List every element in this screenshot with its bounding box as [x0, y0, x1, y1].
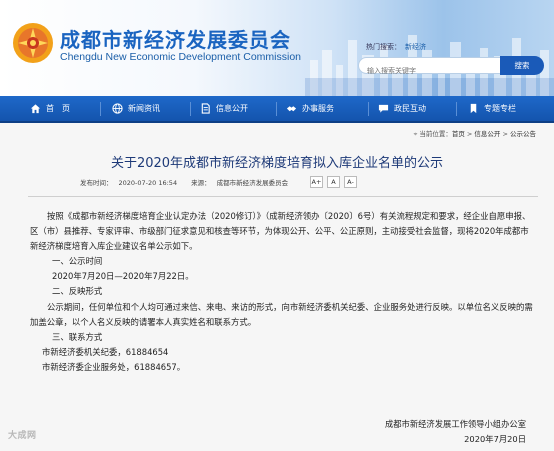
nav-item-info[interactable]: 信息公开	[200, 96, 248, 121]
hot-search-keyword[interactable]: 新经济	[405, 43, 426, 51]
chat-icon	[378, 104, 389, 113]
home-icon	[30, 104, 41, 114]
handshake-icon	[286, 106, 297, 112]
breadcrumb-bar: ⌖ 当前位置：首页 > 信息公开 > 公示公告	[0, 125, 554, 140]
nav-label-home: 首 页	[46, 104, 70, 113]
nav-item-home[interactable]: 首 页	[30, 96, 70, 121]
search-button[interactable]: 搜索	[500, 56, 544, 75]
search-box	[358, 57, 502, 79]
main-nav: 首 页 新闻资讯 信息公开 办事服务 政民互动 专题专栏	[0, 96, 554, 123]
nav-item-service[interactable]: 办事服务	[286, 96, 334, 121]
article-body: 按照《成都市新经济梯度培育企业认定办法（2020修订）》（成新经济领办〔2020…	[30, 209, 535, 375]
font-default-button[interactable]: A	[327, 176, 340, 188]
time-range: 2020年7月20日—2020年7月22日。	[52, 271, 194, 282]
nav-label-interaction: 政民互动	[394, 104, 426, 113]
section-heading-contact: 三、联系方式	[52, 331, 103, 342]
font-increase-button[interactable]: A+	[310, 176, 323, 188]
document-icon	[201, 103, 210, 114]
article-title: 关于2020年成都市新经济梯度培育拟入库企业名单的公示	[110, 156, 444, 171]
hot-search: 热门搜索： 新经济	[366, 42, 426, 52]
breadcrumb-prefix: 当前位置：	[419, 130, 452, 138]
intro-paragraph: 按照《成都市新经济梯度培育企业认定办法（2020修订）》（成新经济领办〔2020…	[30, 211, 531, 252]
source-label: 来源：	[191, 179, 211, 187]
publish-time-label: 发布时间：	[80, 179, 113, 187]
signature-date: 2020年7月20日	[464, 434, 526, 444]
hot-search-label: 热门搜索：	[366, 43, 401, 51]
signature-org: 成都市新经济发展工作领导小组办公室	[384, 419, 526, 429]
publish-time: 2020-07-20 16:54	[118, 179, 178, 187]
nav-divider	[100, 102, 101, 116]
content-divider	[28, 196, 538, 197]
nav-label-special: 专题专栏	[484, 104, 516, 113]
location-pin-icon: ⌖	[413, 130, 418, 138]
contact-line-discipline: 市新经济委机关纪委，61884654	[42, 346, 169, 357]
section-heading-feedback: 二、反映形式	[52, 286, 103, 297]
nav-divider	[276, 102, 277, 116]
watermark: 大成网	[8, 431, 37, 441]
site-header: 成都市新经济发展委员会 Chengdu New Economic Develop…	[0, 0, 554, 96]
org-title-chinese: 成都市新经济发展委员会	[60, 28, 291, 52]
breadcrumb-separator: >	[464, 130, 475, 138]
article-meta: 发布时间： 2020-07-20 16:54 来源： 成都市新经济发展委员会	[80, 177, 300, 187]
font-decrease-button[interactable]: A-	[344, 176, 357, 188]
nav-divider	[190, 102, 191, 116]
bookmark-icon	[470, 103, 477, 114]
org-title-english: Chengdu New Economic Development Commiss…	[60, 51, 302, 63]
signature-block: 成都市新经济发展工作领导小组办公室 2020年7月20日	[385, 417, 526, 447]
nav-divider	[456, 102, 457, 116]
source-name: 成都市新经济发展委员会	[216, 179, 289, 187]
breadcrumb-link-info[interactable]: 信息公开	[474, 130, 500, 138]
nav-label-service: 办事服务	[302, 104, 334, 113]
nav-divider	[368, 102, 369, 116]
search-input[interactable]	[359, 63, 501, 79]
breadcrumb: ⌖ 当前位置：首页 > 信息公开 > 公示公告	[414, 128, 536, 139]
feedback-paragraph: 公示期间，任何单位和个人均可通过来信、来电、来访的形式，向市新经济委机关纪委、企…	[30, 301, 533, 327]
breadcrumb-link-notice[interactable]: 公示公告	[510, 130, 536, 138]
breadcrumb-separator: >	[500, 130, 510, 138]
contact-line-service: 市新经济委企业服务处，61884657。	[42, 361, 186, 372]
nav-item-special[interactable]: 专题专栏	[468, 96, 516, 121]
globe-icon	[112, 103, 123, 114]
nav-label-info: 信息公开	[216, 104, 248, 113]
breadcrumb-link-home[interactable]: 首页	[452, 130, 465, 138]
section-heading-time: 一、公示时间	[52, 256, 103, 267]
commission-logo-icon	[13, 23, 53, 63]
nav-label-news: 新闻资讯	[128, 104, 160, 113]
nav-item-news[interactable]: 新闻资讯	[112, 96, 160, 121]
nav-item-interaction[interactable]: 政民互动	[378, 96, 426, 121]
